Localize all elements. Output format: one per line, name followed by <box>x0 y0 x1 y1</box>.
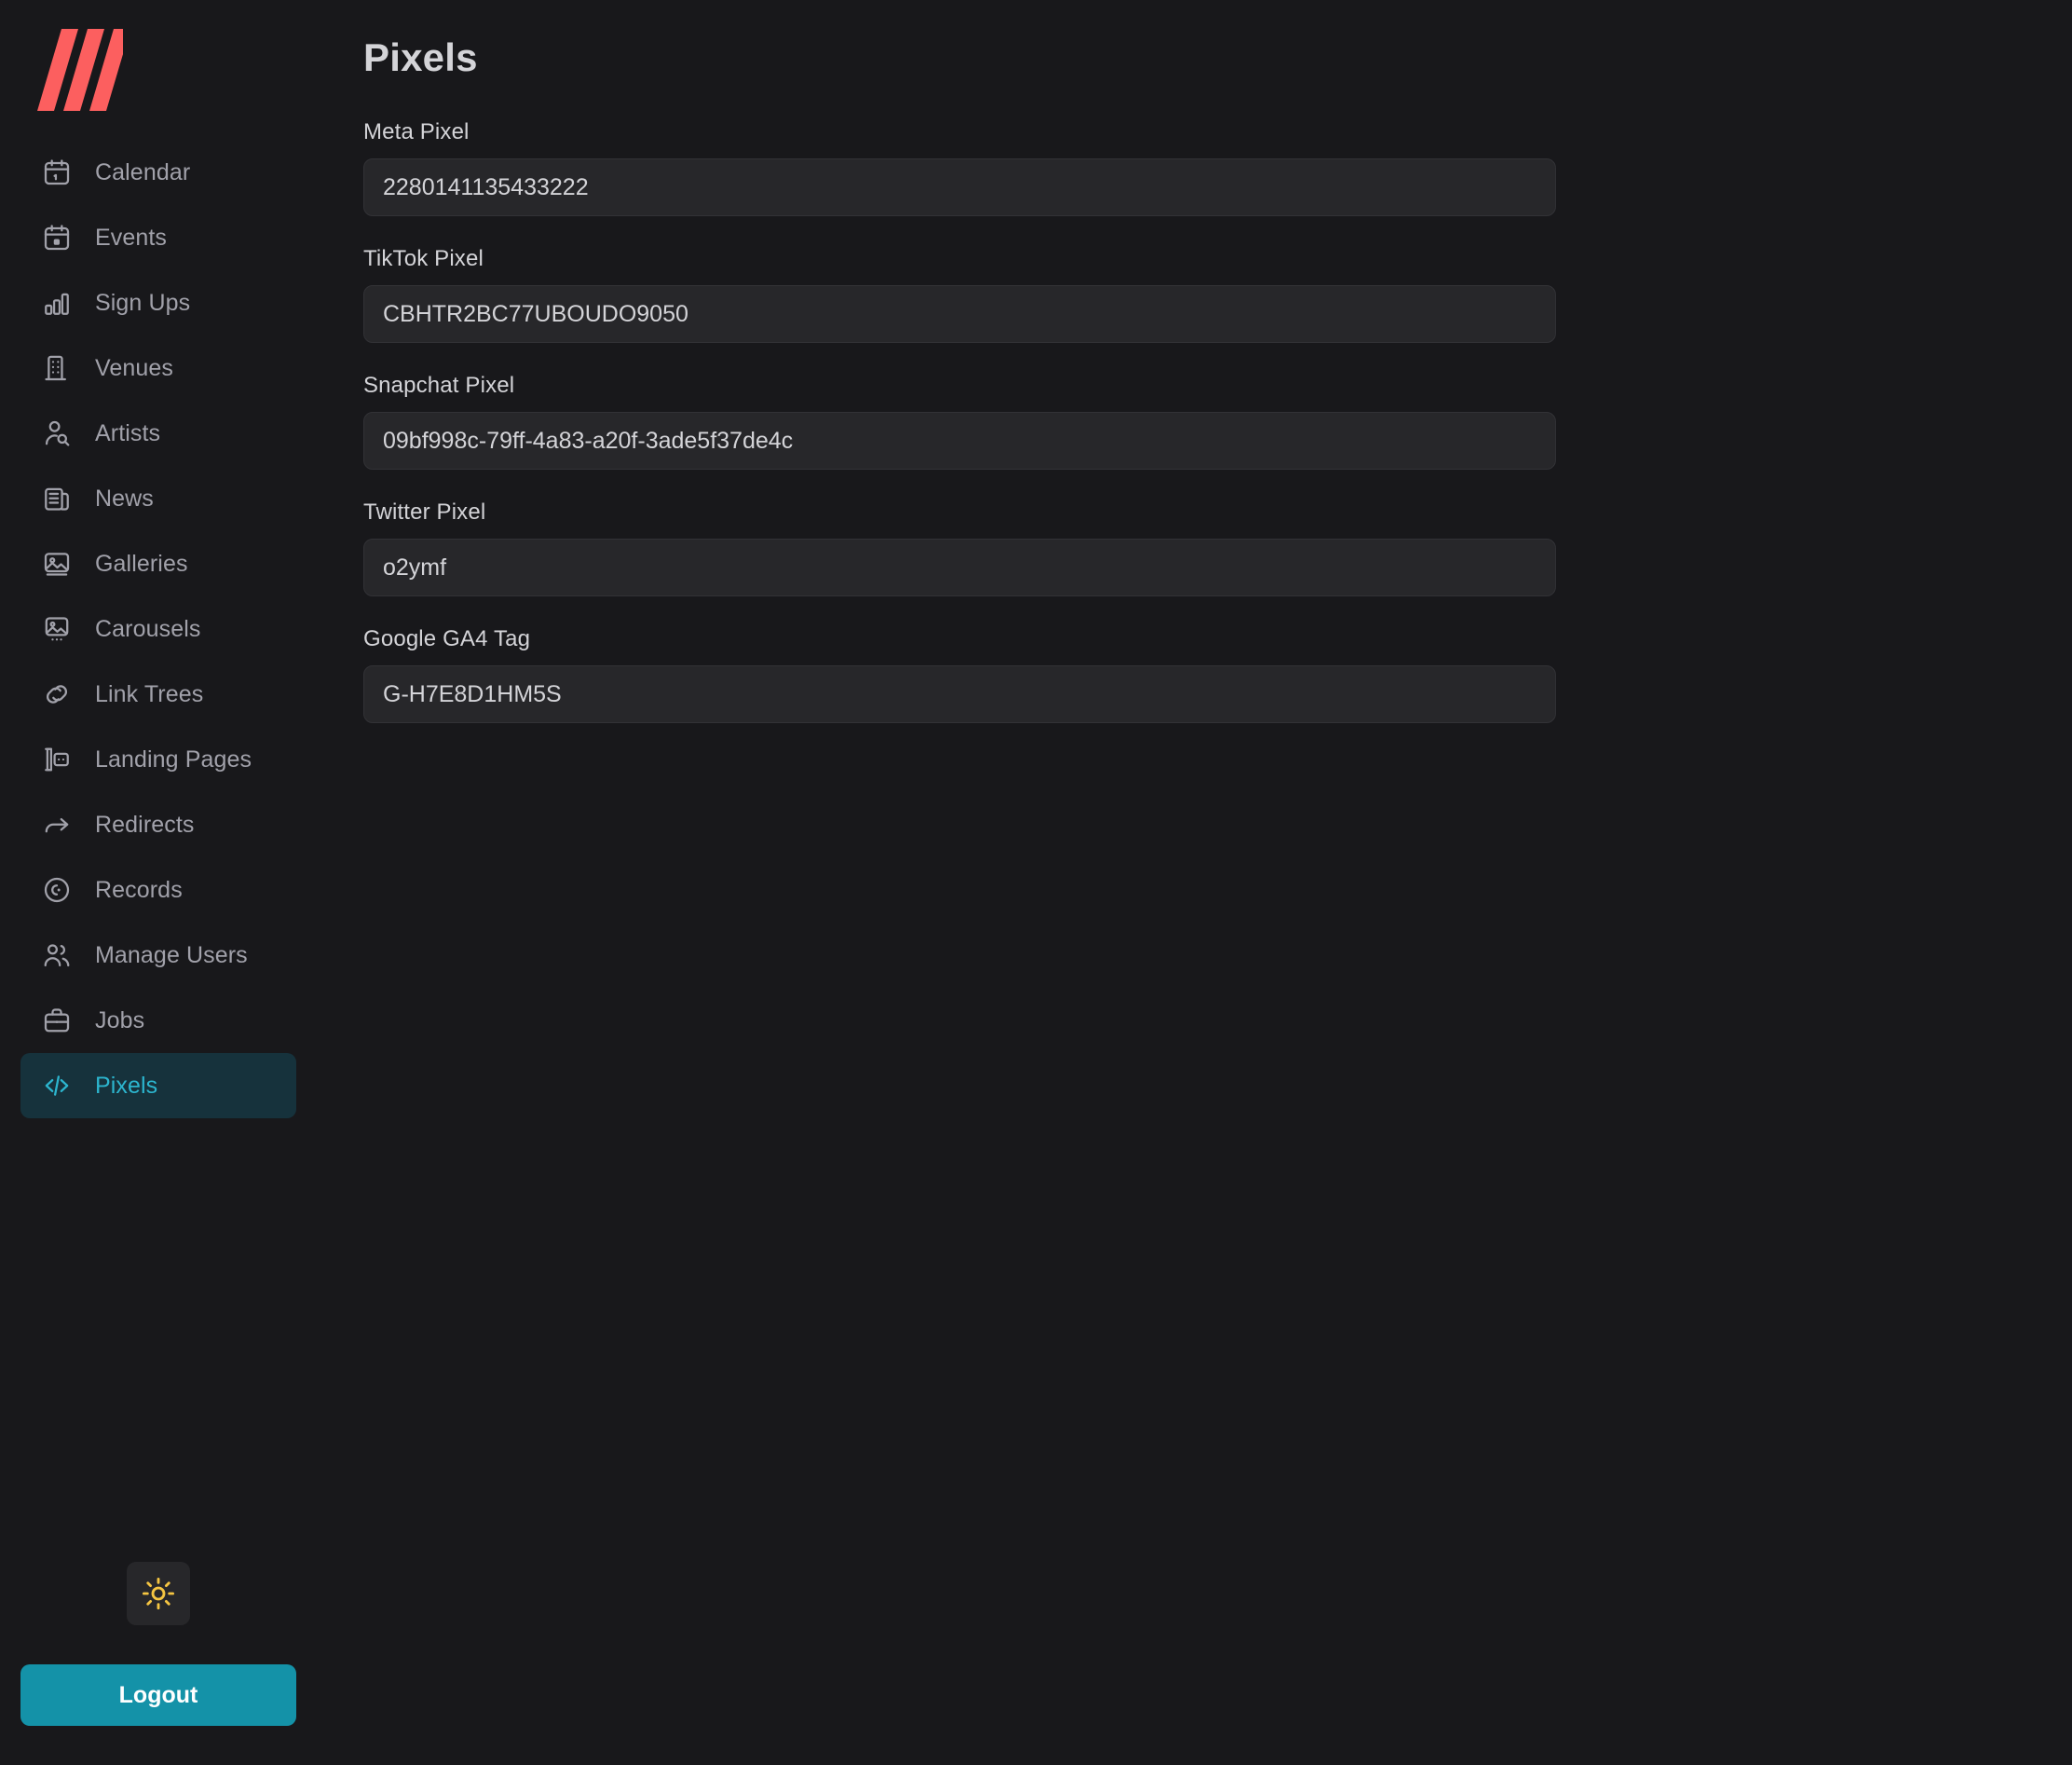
sidebar-item-landing-pages[interactable]: Landing Pages <box>20 727 296 792</box>
user-search-icon <box>41 417 73 449</box>
sidebar-item-link-trees[interactable]: Link Trees <box>20 662 296 727</box>
bar-chart-icon <box>41 287 73 319</box>
sidebar: Calendar Events Sign Ups Venues Artists News G… <box>0 0 317 1765</box>
sidebar-item-galleries[interactable]: Galleries <box>20 531 296 596</box>
arrow-redirect-icon <box>41 809 73 841</box>
sidebar-item-venues[interactable]: Venues <box>20 335 296 401</box>
label-tiktok-pixel: TikTok Pixel <box>363 246 484 272</box>
sidebar-item-jobs[interactable]: Jobs <box>20 988 296 1053</box>
carousel-icon <box>41 613 73 645</box>
pixels-form: Meta Pixel TikTok Pixel Snapchat Pixel Twit… <box>363 119 1556 753</box>
app-root: Calendar Events Sign Ups Venues Artists News G… <box>0 0 2072 1765</box>
sidebar-item-manage-users[interactable]: Manage Users <box>20 923 296 988</box>
sidebar-item-label: Landing Pages <box>95 746 252 773</box>
disc-icon <box>41 874 73 906</box>
sidebar-item-artists[interactable]: Artists <box>20 401 296 466</box>
code-icon <box>41 1070 73 1101</box>
theme-toggle-button[interactable] <box>127 1562 190 1625</box>
label-snapchat-pixel: Snapchat Pixel <box>363 373 515 399</box>
sidebar-item-news[interactable]: News <box>20 466 296 531</box>
sidebar-item-calendar[interactable]: Calendar <box>20 140 296 205</box>
sidebar-item-label: Records <box>95 876 183 903</box>
sidebar-item-label: Sign Ups <box>95 289 191 316</box>
users-icon <box>41 939 73 971</box>
sidebar-item-label: Artists <box>95 419 161 446</box>
field-snapchat-pixel: Snapchat Pixel <box>363 373 1556 471</box>
link-icon <box>41 678 73 710</box>
image-icon <box>41 548 73 580</box>
label-google-ga4-tag: Google GA4 Tag <box>363 626 531 652</box>
sidebar-item-sign-ups[interactable]: Sign Ups <box>20 270 296 335</box>
sun-icon <box>142 1577 175 1610</box>
input-twitter-pixel[interactable] <box>363 539 1556 597</box>
field-tiktok-pixel: TikTok Pixel <box>363 246 1556 344</box>
sidebar-item-redirects[interactable]: Redirects <box>20 792 296 857</box>
sidebar-item-label: Manage Users <box>95 941 248 968</box>
sidebar-item-label: Link Trees <box>95 680 204 707</box>
sidebar-item-label: Calendar <box>95 158 191 185</box>
three-slash-logo <box>37 29 123 111</box>
sidebar-item-label: Galleries <box>95 550 188 577</box>
building-icon <box>41 352 73 384</box>
logout-button[interactable]: Logout <box>20 1664 296 1726</box>
sidebar-bottom: Logout <box>0 1562 317 1765</box>
input-meta-pixel[interactable] <box>363 158 1556 217</box>
calendar-event-icon <box>41 222 73 253</box>
briefcase-icon <box>41 1005 73 1036</box>
input-google-ga4-tag[interactable] <box>363 665 1556 724</box>
field-meta-pixel: Meta Pixel <box>363 119 1556 217</box>
sidebar-item-records[interactable]: Records <box>20 857 296 923</box>
sidebar-item-label: Jobs <box>95 1006 145 1033</box>
sidebar-item-label: Redirects <box>95 811 195 838</box>
sidebar-item-pixels[interactable]: Pixels <box>20 1053 296 1118</box>
newspaper-icon <box>41 483 73 514</box>
page-title: Pixels <box>363 35 478 79</box>
sidebar-item-label: Pixels <box>95 1072 158 1099</box>
main-content: Pixels Meta Pixel TikTok Pixel Snapchat Pi… <box>317 0 2072 1765</box>
sidebar-item-label: Events <box>95 224 168 251</box>
input-tiktok-pixel[interactable] <box>363 285 1556 344</box>
sidebar-nav: Calendar Events Sign Ups Venues Artists News G… <box>0 140 317 1118</box>
calendar-icon <box>41 157 73 188</box>
field-twitter-pixel: Twitter Pixel <box>363 499 1556 597</box>
sidebar-item-events[interactable]: Events <box>20 205 296 270</box>
sidebar-item-label: Venues <box>95 354 174 381</box>
sidebar-item-label: Carousels <box>95 615 201 642</box>
label-meta-pixel: Meta Pixel <box>363 119 470 145</box>
landing-page-icon <box>41 744 73 775</box>
label-twitter-pixel: Twitter Pixel <box>363 499 486 526</box>
sidebar-item-label: News <box>95 485 154 512</box>
sidebar-item-carousels[interactable]: Carousels <box>20 596 296 662</box>
logo-wrap[interactable] <box>0 0 317 140</box>
input-snapchat-pixel[interactable] <box>363 412 1556 471</box>
field-google-ga4-tag: Google GA4 Tag <box>363 626 1556 724</box>
